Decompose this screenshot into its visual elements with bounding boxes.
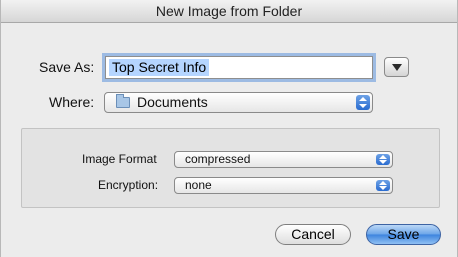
dialog-window: New Image from Folder Save As: Top Secre… [0,0,458,257]
save-as-value: Top Secret Info [109,59,210,76]
popup-arrows-icon [356,95,370,110]
where-value: Documents [137,94,208,110]
encryption-value: none [185,178,212,192]
window-title: New Image from Folder [1,0,457,23]
options-group [21,128,440,208]
popup-arrows-icon [376,180,390,191]
folder-icon [116,94,130,108]
image-format-label: Image Format [82,152,157,166]
where-popup[interactable]: Documents [104,92,373,113]
where-label: Where: [49,94,95,110]
image-format-popup[interactable]: compressed [174,151,393,168]
cancel-button[interactable]: Cancel [275,224,351,245]
expand-button[interactable] [384,57,409,77]
popup-arrows-icon [376,154,390,165]
image-format-value: compressed [185,152,251,166]
encryption-label: Encryption: [98,178,159,192]
encryption-popup[interactable]: none [174,177,393,194]
disclosure-triangle-icon [392,64,402,71]
save-as-label: Save As: [39,59,95,75]
save-button[interactable]: Save [366,224,441,245]
save-as-input[interactable]: Top Secret Info [105,56,373,79]
